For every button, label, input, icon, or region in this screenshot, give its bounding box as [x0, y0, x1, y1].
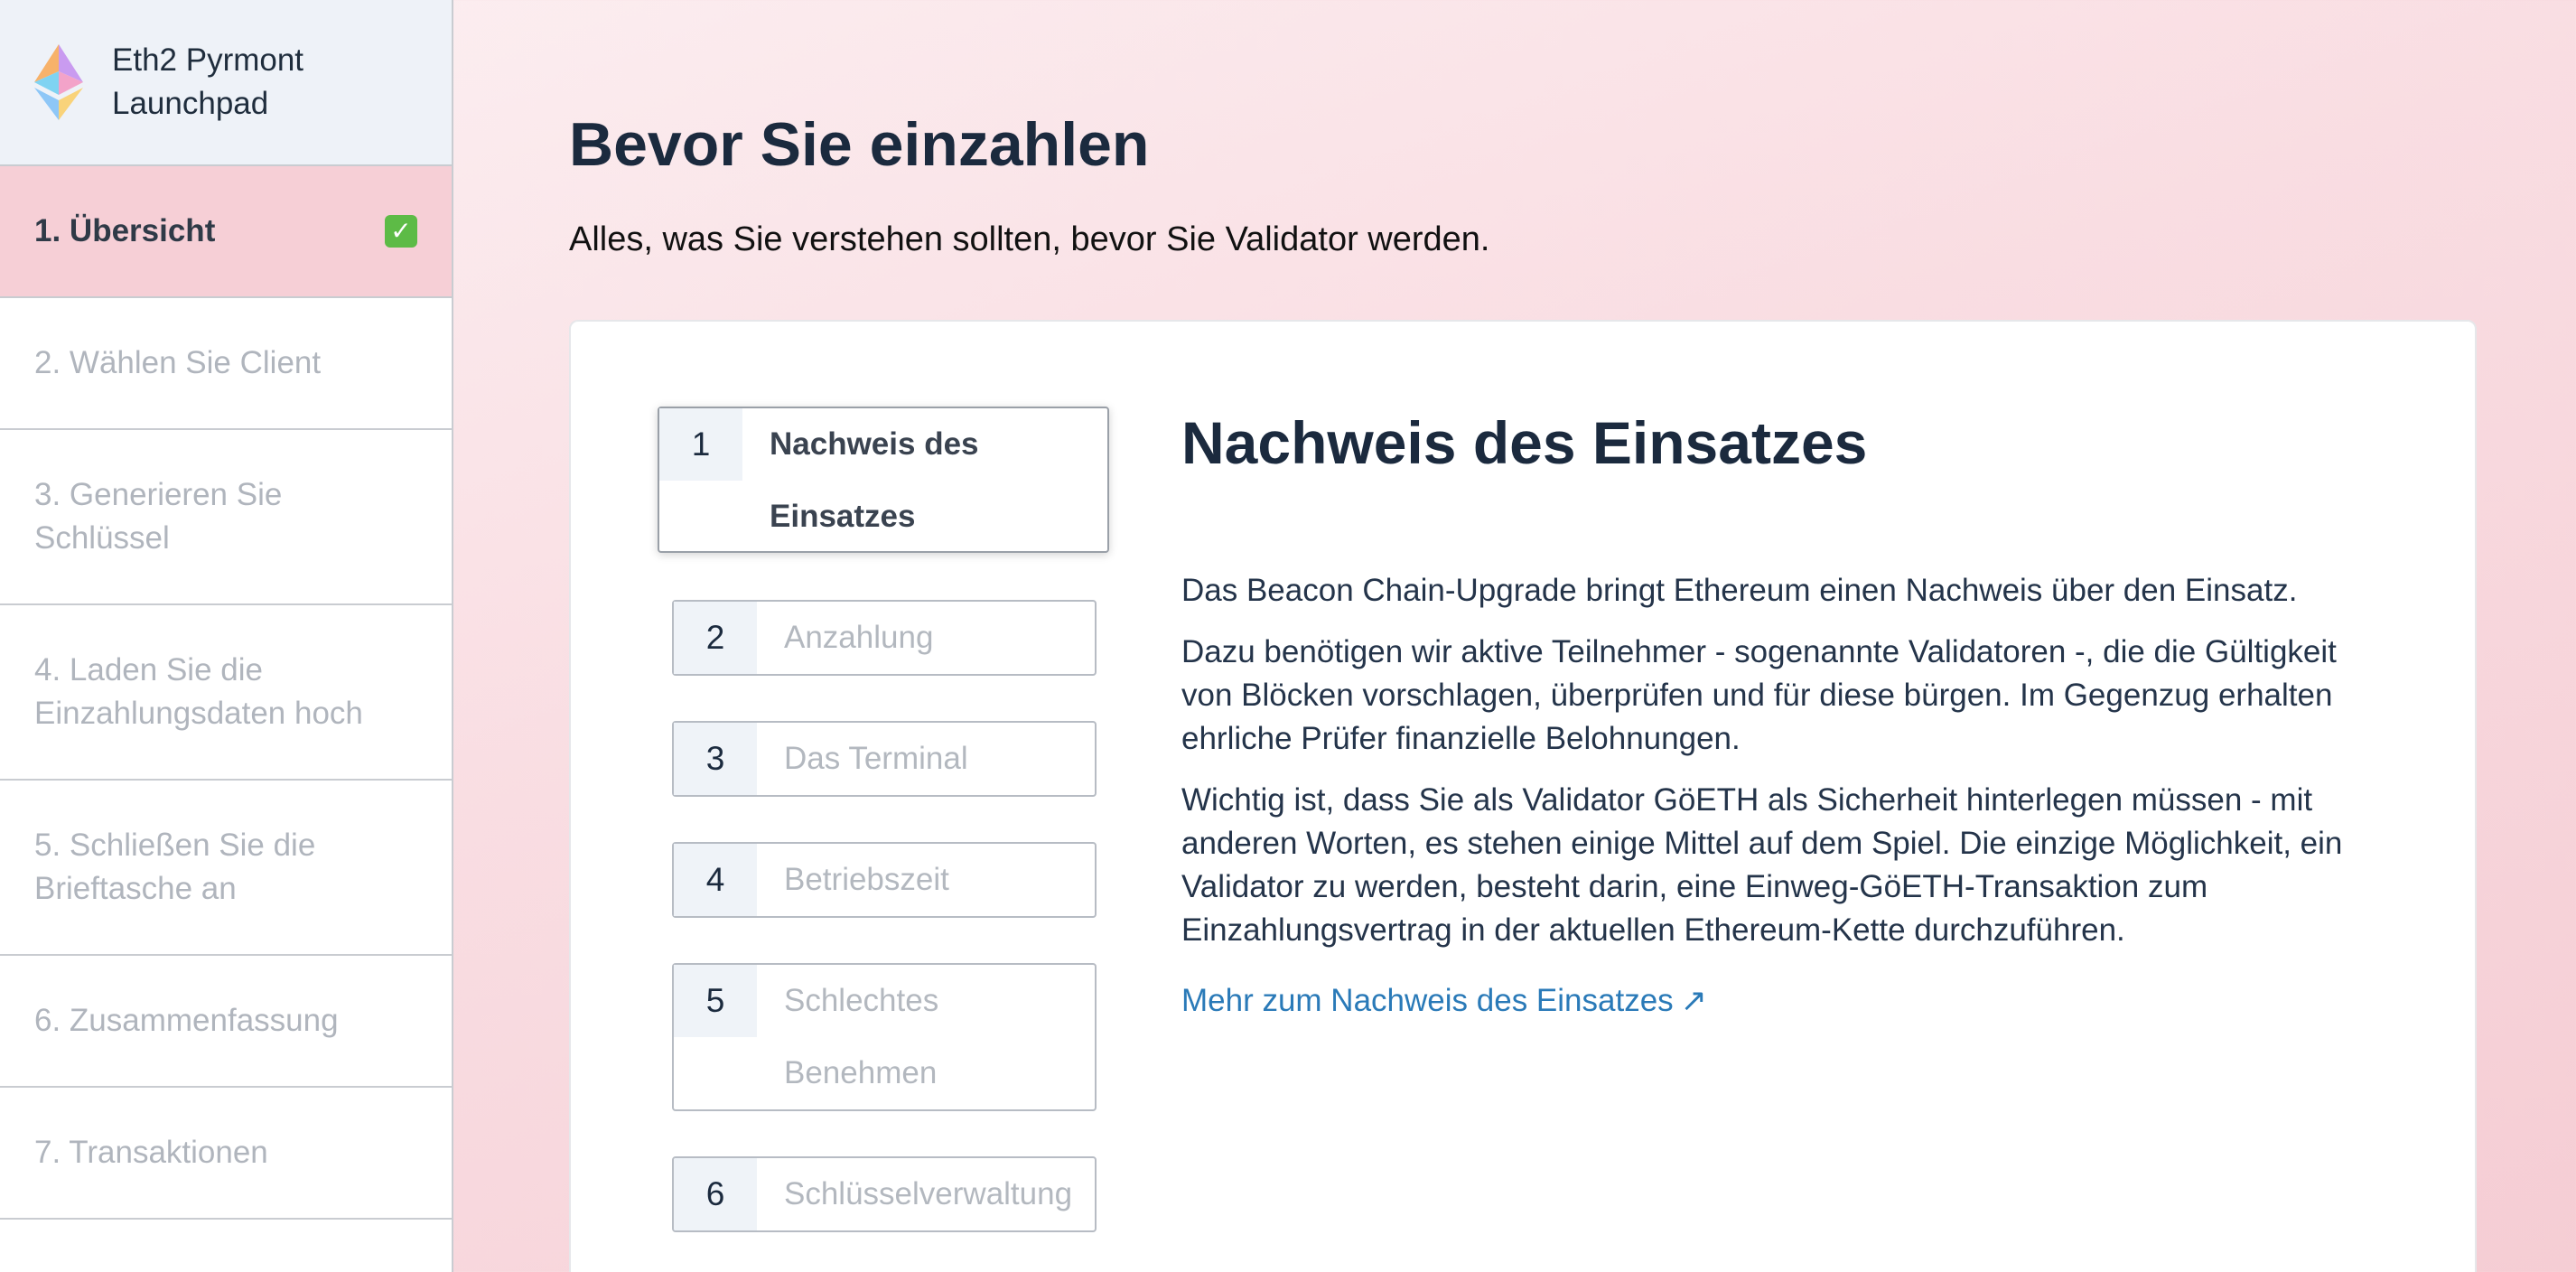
sidebar-item-connect-wallet[interactable]: 5. Schließen Sie die Brieftasche an	[0, 781, 452, 956]
step-number: 2	[674, 602, 757, 674]
section-paragraph-2: Dazu benötigen wir aktive Teilnehmer - s…	[1181, 634, 2337, 756]
check-mark-icon: ✓	[385, 215, 417, 248]
sidebar-item-overview[interactable]: 1. Übersicht ✓	[0, 166, 452, 298]
sidebar-item-label: 5. Schließen Sie die Brieftasche an	[34, 828, 316, 906]
sidebar-item-choose-client[interactable]: 2. Wählen Sie Client	[0, 298, 452, 430]
step-label: Nachweis des Einsatzes	[742, 408, 979, 551]
sidebar-item-label: 3. Generieren Sie Schlüssel	[34, 477, 283, 556]
step-2-deposit[interactable]: 2 Anzahlung	[672, 600, 1097, 676]
sidebar-item-label: 7. Transaktionen	[34, 1135, 268, 1170]
learn-more-link[interactable]: Mehr zum Nachweis des Einsatzes ↗	[1181, 979, 1707, 1023]
step-3-terminal[interactable]: 3 Das Terminal	[672, 721, 1097, 797]
page-title: Bevor Sie einzahlen	[569, 110, 1150, 179]
sidebar-item-label: 2. Wählen Sie Client	[34, 345, 322, 380]
step-number: 1	[659, 408, 742, 481]
step-4-uptime[interactable]: 4 Betriebszeit	[672, 842, 1097, 918]
brand[interactable]: Eth2 Pyrmont Launchpad	[0, 0, 452, 166]
step-1-proof-of-stake[interactable]: 1 Nachweis des Einsatzes	[658, 407, 1109, 553]
section-paragraph-3: Wichtig ist, dass Sie als Validator GöET…	[1181, 782, 2343, 948]
step-label-line-2: Einsatzes	[770, 499, 916, 534]
section-paragraph-1: Das Beacon Chain-Upgrade bringt Ethereum…	[1181, 573, 2298, 608]
sidebar-item-summary[interactable]: 6. Zusammenfassung	[0, 956, 452, 1088]
step-6-key-management[interactable]: 6 Schlüsselverwaltung	[672, 1156, 1097, 1232]
page-subtitle: Alles, was Sie verstehen sollten, bevor …	[569, 220, 1490, 258]
section-title: Nachweis des Einsatzes	[1181, 409, 1868, 476]
step-number: 5	[674, 965, 757, 1037]
sidebar: Eth2 Pyrmont Launchpad 1. Übersicht ✓ 2.…	[0, 0, 453, 1272]
sidebar-item-transactions[interactable]: 7. Transaktionen	[0, 1088, 452, 1220]
sidebar-item-label: 6. Zusammenfassung	[34, 1003, 339, 1038]
step-5-bad-behavior[interactable]: 5 Schlechtes Benehmen	[672, 963, 1097, 1111]
step-label: Betriebszeit	[784, 862, 949, 897]
brand-title: Eth2 Pyrmont Launchpad	[112, 42, 304, 121]
step-label-line-2: Benehmen	[784, 1055, 938, 1090]
external-link-arrow-icon: ↗	[1680, 983, 1707, 1018]
step-label: Das Terminal	[784, 741, 968, 776]
step-number: 6	[674, 1158, 757, 1230]
sidebar-item-label: 4. Laden Sie die Einzahlungsdaten hoch	[34, 652, 363, 731]
step-label-line-1: Nachweis des	[770, 426, 979, 462]
step-label: Anzahlung	[784, 620, 934, 655]
step-number: 4	[674, 844, 757, 916]
learn-more-link-text: Mehr zum Nachweis des Einsatzes	[1181, 983, 1674, 1018]
step-label-line-1: Schlechtes	[784, 983, 939, 1018]
sidebar-item-upload-deposit-data[interactable]: 4. Laden Sie die Einzahlungsdaten hoch	[0, 605, 452, 781]
ethereum-logo-icon	[34, 44, 83, 120]
step-number: 3	[674, 723, 757, 795]
sidebar-item-label: 1. Übersicht	[34, 213, 216, 248]
step-label: Schlechtes Benehmen	[757, 965, 938, 1109]
sidebar-item-generate-keys[interactable]: 3. Generieren Sie Schlüssel	[0, 430, 452, 605]
step-label: Schlüsselverwaltung	[784, 1176, 1073, 1211]
